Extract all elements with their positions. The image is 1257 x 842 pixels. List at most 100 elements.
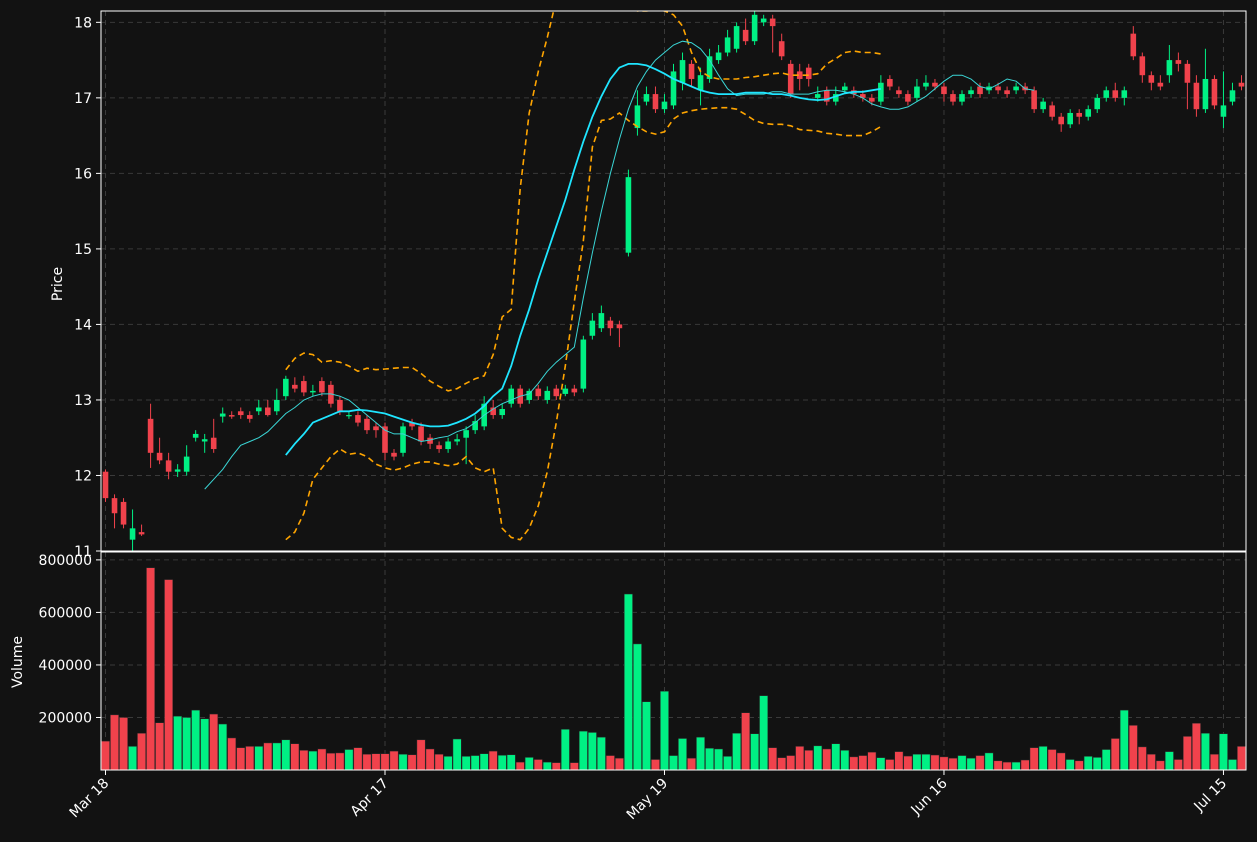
volume-bar	[533, 759, 543, 771]
volume-bar	[948, 757, 958, 771]
candle-body	[1112, 90, 1119, 98]
volume-bar	[308, 750, 318, 771]
volume-bar	[786, 755, 796, 771]
volume-bar	[371, 753, 381, 771]
candle-body	[1103, 90, 1110, 98]
candle-body	[418, 426, 424, 442]
candle-body	[1094, 97, 1101, 110]
volume-bar	[714, 748, 723, 771]
volume-bar	[596, 736, 606, 771]
candle-body	[571, 388, 578, 393]
price-tick-label: 18	[74, 15, 92, 31]
candle-body	[319, 381, 325, 393]
volume-bar	[678, 738, 687, 771]
candle-body	[283, 378, 289, 397]
candle-body	[364, 418, 370, 431]
volume-bar	[894, 751, 904, 771]
candle-body	[228, 415, 235, 417]
volume-bar	[1146, 753, 1156, 771]
candle-body	[715, 52, 722, 61]
candle-body	[625, 177, 632, 253]
candle-body	[914, 86, 920, 98]
candle-body	[670, 71, 677, 106]
candle-body	[544, 390, 551, 400]
volume-bar	[930, 754, 940, 771]
volume-bar	[777, 757, 787, 771]
volume-bar	[515, 761, 525, 771]
candle	[751, 11, 758, 45]
volume-bar	[651, 759, 660, 771]
candle-body	[454, 439, 460, 442]
volume-bar	[560, 729, 570, 771]
volume-tick-label: 600000	[39, 605, 92, 621]
candle-body	[679, 60, 686, 83]
volume-bar	[804, 750, 814, 771]
candle-body	[607, 320, 614, 329]
candle-body	[995, 86, 1001, 91]
volume-bar	[587, 732, 597, 771]
volume-bar	[380, 753, 390, 771]
candle-body	[869, 97, 875, 102]
volume-bar	[110, 714, 119, 771]
volume-bar	[470, 755, 480, 771]
candle-body	[346, 415, 352, 417]
volume-bar	[876, 757, 886, 771]
candle-body	[201, 439, 208, 442]
volume-bar	[939, 756, 949, 771]
volume-bar	[182, 717, 192, 771]
candle-body	[237, 411, 244, 416]
candle	[1031, 86, 1037, 113]
candle-body	[219, 413, 226, 417]
volume-bar	[200, 718, 210, 771]
volume-bar	[425, 748, 435, 771]
price-tick-label: 17	[74, 91, 92, 107]
volume-bar	[362, 753, 372, 771]
volume-bar	[1228, 759, 1237, 771]
volume-bar	[1137, 746, 1147, 771]
price-tick-label: 14	[74, 317, 92, 333]
volume-bar	[119, 717, 128, 771]
volume-bar	[173, 715, 183, 771]
volume-bar	[624, 593, 633, 771]
volume-bar	[137, 732, 146, 771]
candle-body	[391, 452, 397, 457]
candle-body	[138, 532, 145, 535]
candle-body	[1013, 86, 1019, 91]
volume-bar	[254, 746, 264, 771]
volume-bar	[1128, 725, 1138, 771]
candle-body	[941, 86, 947, 95]
volume-bar	[443, 756, 453, 771]
volume-bar	[984, 752, 994, 771]
candle-body	[355, 415, 361, 423]
volume-bar	[1101, 749, 1111, 771]
volume-bar	[551, 762, 561, 771]
volume-bar	[1110, 738, 1120, 771]
candle-body	[1157, 82, 1164, 87]
candle	[400, 422, 406, 457]
candlestick-volume-chart: 1112131415161718 20000040000060000080000…	[0, 0, 1257, 842]
volume-bar	[452, 738, 462, 771]
volume-bar	[822, 748, 832, 771]
volume-bar	[326, 752, 336, 771]
volume-bar	[416, 739, 426, 771]
candle-body	[1238, 82, 1245, 87]
candle	[580, 335, 587, 393]
candle-body	[905, 94, 911, 102]
volume-bar	[407, 754, 417, 771]
candle-body	[274, 399, 280, 412]
volume-bar	[912, 753, 922, 771]
price-tick-label: 13	[74, 393, 92, 409]
volume-bar	[687, 757, 696, 771]
volume-bar	[209, 713, 219, 771]
candle-body	[932, 82, 938, 87]
candle-body	[580, 339, 587, 389]
candle-body	[436, 445, 442, 450]
candle-body	[1202, 78, 1209, 110]
volume-bar	[732, 732, 742, 771]
candle-body	[1004, 90, 1010, 95]
candle-body	[1220, 105, 1227, 117]
candle-body	[643, 94, 650, 102]
volume-bar	[317, 748, 327, 771]
candle-body	[246, 415, 253, 419]
candle-body	[535, 388, 542, 397]
